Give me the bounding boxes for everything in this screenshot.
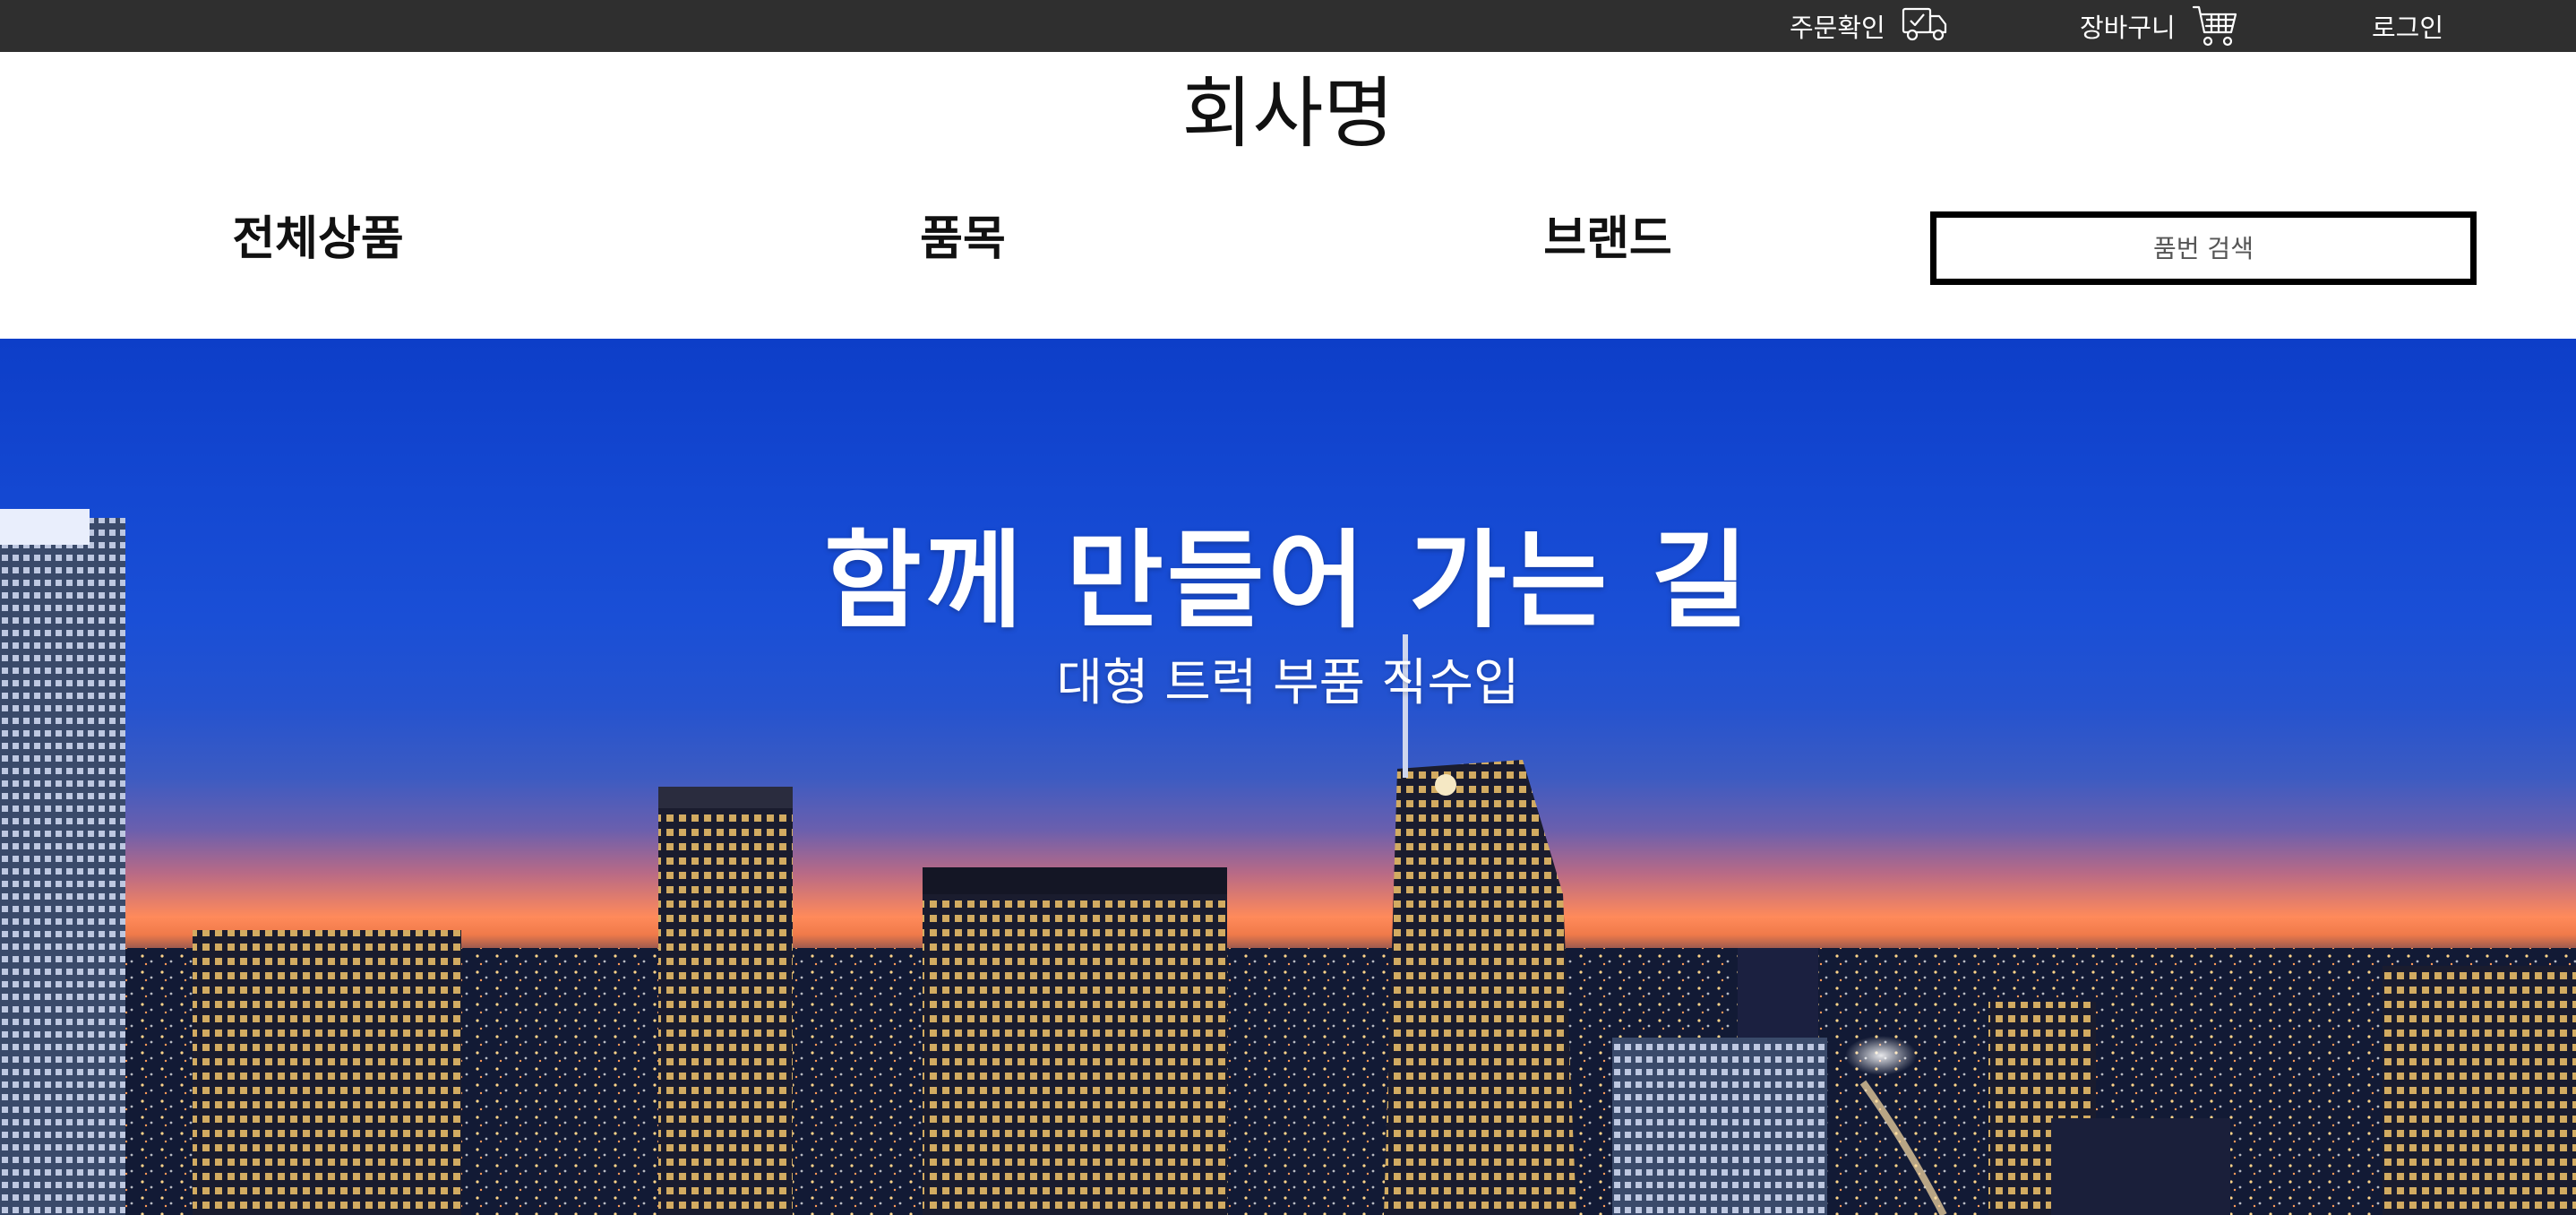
city-skyline-image [0,509,2576,1215]
top-utility-bar: 주문확인 장바구니 로그인 [0,0,2576,52]
part-number-search-input[interactable] [1936,217,2470,280]
order-check-label: 주문확인 [1790,13,1885,43]
delivery-truck-icon [1902,4,1948,48]
shopping-cart-icon [2192,4,2238,48]
company-logo[interactable]: 회사명 [0,56,2576,172]
hero-banner: 함께 만들어 가는 길 대형 트럭 부품 직수입 [0,339,2576,1215]
nav-all-products[interactable]: 전체상품 [206,199,430,280]
login-label: 로그인 [2372,13,2444,43]
nav-brands[interactable]: 브랜드 [1518,199,1697,280]
nav-categories[interactable]: 품목 [873,199,1052,280]
login-link[interactable]: 로그인 [2372,0,2443,52]
hero-title: 함께 만들어 가는 길 [824,519,1752,642]
cart-label: 장바구니 [2080,13,2176,43]
cart-link[interactable]: 장바구니 [2080,0,2238,52]
order-check-link[interactable]: 주문확인 [1790,0,1948,52]
hero-subtitle: 대형 트럭 부품 직수입 [1056,654,1520,712]
part-number-search[interactable] [1930,211,2477,285]
